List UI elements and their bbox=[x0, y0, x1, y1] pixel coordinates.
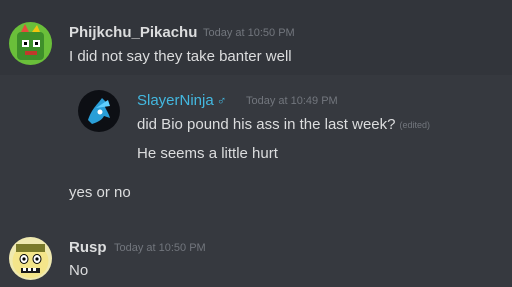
message-text: I did not say they take banter well bbox=[69, 48, 292, 65]
message-text: did Bio pound his ass in the last week?(… bbox=[137, 116, 430, 133]
message-line: did Bio pound his ass in the last week? bbox=[137, 116, 396, 133]
message-timestamp: Today at 10:50 PM bbox=[114, 242, 206, 254]
message-timestamp: Today at 10:50 PM bbox=[203, 27, 295, 39]
message-author[interactable]: Rusp bbox=[69, 239, 107, 256]
message-text: No bbox=[69, 262, 89, 279]
green-character-avatar-icon bbox=[9, 22, 52, 65]
yellow-face-avatar-icon bbox=[9, 237, 52, 280]
message-author[interactable]: Phijkchu_Pikachu bbox=[69, 24, 197, 41]
message-author[interactable]: SlayerNinja ♂ bbox=[137, 92, 226, 109]
avatar-slayerninja[interactable] bbox=[78, 90, 120, 132]
message-text: He seems a little hurt bbox=[137, 145, 278, 162]
blue-ninja-avatar-icon bbox=[78, 90, 120, 132]
edited-label: (edited) bbox=[399, 120, 431, 130]
male-symbol-icon: ♂ bbox=[216, 93, 227, 108]
author-name[interactable]: SlayerNinja bbox=[137, 92, 214, 109]
message-text: yes or no bbox=[69, 184, 131, 201]
avatar-phijkchu-pikachu[interactable] bbox=[9, 22, 52, 65]
avatar-rusp[interactable] bbox=[9, 237, 52, 280]
message-timestamp: Today at 10:49 PM bbox=[246, 95, 338, 107]
